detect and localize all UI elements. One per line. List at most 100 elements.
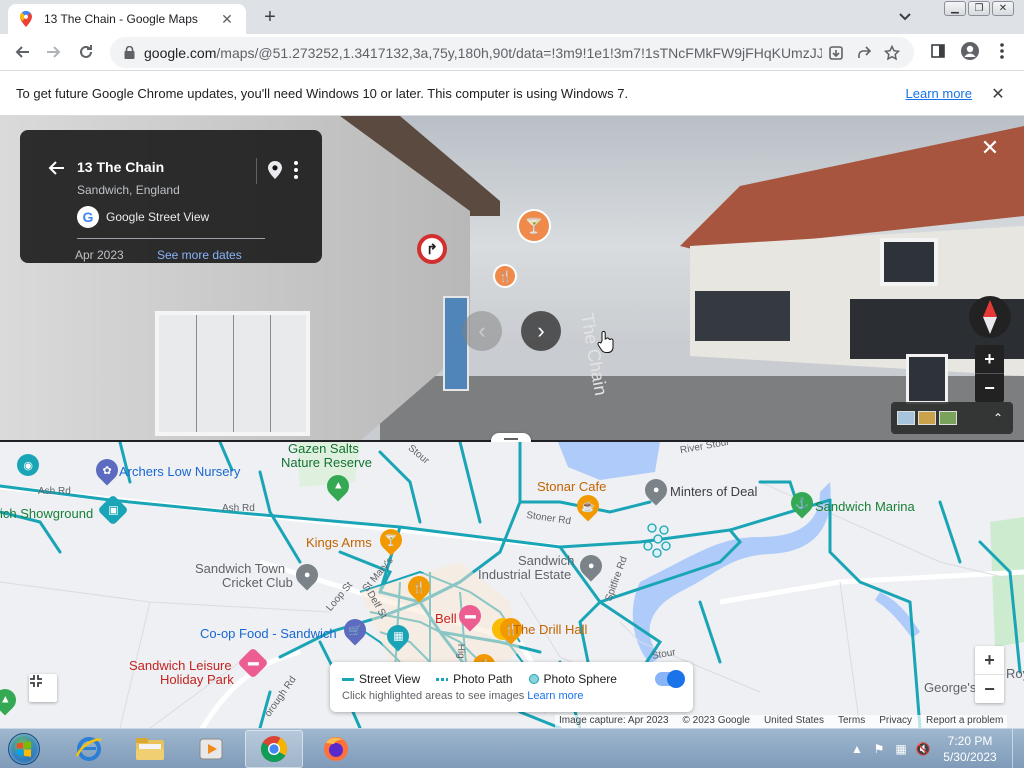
tab-google-maps[interactable]: 13 The Chain - Google Maps ✕ [8, 4, 246, 34]
see-more-dates-link[interactable]: See more dates [157, 248, 242, 262]
zoom-out-button[interactable]: − [975, 374, 1004, 402]
place-locality: Sandwich, England [77, 183, 180, 197]
street-view-panorama[interactable]: ↱ The Chain 🍸 🍴 13 The Chain Sandwich, E… [0, 116, 1024, 441]
region-link[interactable]: United States [764, 715, 824, 728]
firefox-icon [324, 737, 348, 761]
hand-cursor-icon [597, 330, 615, 354]
capture-date: Apr 2023 [75, 248, 124, 262]
compass-icon[interactable] [969, 296, 1011, 338]
map-label[interactable]: Gazen Salts [288, 442, 359, 456]
map-pin-icon[interactable] [268, 161, 284, 179]
legend-learn-more-link[interactable]: Learn more [527, 690, 583, 702]
thumbnail[interactable] [918, 411, 936, 425]
infobar-close-icon[interactable]: ✕ [988, 84, 1008, 104]
show-desktop-button[interactable] [1012, 729, 1024, 768]
map-label[interactable]: Industrial Estate [478, 568, 571, 582]
bar-place-marker-icon[interactable]: 🍸 [517, 209, 551, 243]
street-view-line-swatch [342, 677, 354, 681]
street-view-zoom-control: + − [975, 345, 1004, 402]
infobar-message: To get future Google Chrome updates, you… [16, 86, 629, 101]
action-center-flag-icon[interactable]: ⚑ [868, 739, 890, 759]
map-panel[interactable]: ▲ ◉ ✿ ▣ 🍸 ☕ ● ⚓ ● ● 🛒 🍴 ▦ ▬ ● 🍴 ▬ 🍴 ▲ Ga… [0, 442, 1024, 728]
map-label[interactable]: Bell [435, 612, 457, 626]
browser-toolbar: google.com/maps/@51.273252,1.3417132,3a,… [0, 34, 1024, 71]
place-name: 13 The Chain [77, 159, 165, 175]
chrome-menu-icon[interactable] [986, 37, 1018, 65]
copyright: © 2023 Google [682, 715, 750, 726]
upper-window [906, 354, 948, 404]
url-path: /maps/@51.273252,1.3417132,3a,75y,180h,9… [216, 44, 822, 61]
file-explorer-taskbar-button[interactable] [121, 730, 179, 768]
map-label[interactable]: Sandwich [518, 554, 574, 568]
map-label[interactable]: Sandwich Marina [815, 500, 915, 514]
new-tab-button[interactable]: + [258, 6, 282, 28]
map-label[interactable]: Kings Arms [306, 536, 372, 550]
navigate-left-arrow-icon[interactable]: ‹ [462, 311, 502, 351]
taskbar-clock[interactable]: 7:20 PM 5/30/2023 [934, 733, 1006, 765]
start-button[interactable] [4, 730, 44, 768]
map-label[interactable]: Nature Reserve [281, 456, 372, 470]
map-zoom-in-button[interactable]: + [975, 646, 1004, 674]
card-divider [77, 238, 265, 239]
internet-explorer-taskbar-button[interactable] [60, 730, 118, 768]
expand-chevron-icon[interactable]: ⌃ [989, 411, 1007, 425]
street-view-layer-toggle[interactable] [655, 670, 685, 688]
firefox-taskbar-button[interactable] [307, 730, 365, 768]
install-app-icon[interactable] [822, 39, 850, 67]
back-button[interactable] [6, 36, 38, 68]
map-label[interactable]: Sandwich Town [195, 562, 285, 576]
thumbnail[interactable] [897, 411, 915, 425]
back-arrow-icon[interactable] [46, 158, 66, 178]
minimize-button[interactable]: ▁ [944, 1, 966, 16]
infobar-learn-more-link[interactable]: Learn more [906, 86, 972, 101]
forward-button[interactable] [38, 36, 70, 68]
fullscreen-toggle-button[interactable] [29, 674, 57, 702]
forward-arrow-icon [47, 46, 61, 58]
no-right-turn-sign: ↱ [417, 234, 447, 264]
address-bar[interactable]: google.com/maps/@51.273252,1.3417132,3a,… [110, 37, 914, 68]
side-panel-icon[interactable] [922, 37, 954, 65]
network-icon[interactable]: ▦ [890, 739, 912, 759]
street-view-info-card: 13 The Chain Sandwich, England G Google … [20, 130, 322, 263]
chrome-icon [260, 736, 288, 763]
lock-icon[interactable] [122, 46, 136, 60]
map-label[interactable]: Archers Low Nursery [119, 465, 240, 479]
map-zoom-out-button[interactable]: − [975, 675, 1004, 703]
tab-strip: 13 The Chain - Google Maps ✕ + ▁ ❐ ✕ [0, 0, 1024, 34]
navigate-forward-arrow-icon[interactable]: › [521, 311, 561, 351]
reload-icon [80, 45, 92, 58]
terms-link[interactable]: Terms [838, 715, 865, 728]
tab-search-chevron-icon[interactable] [896, 8, 914, 26]
reload-button[interactable] [70, 36, 102, 68]
zoom-in-button[interactable]: + [975, 345, 1004, 373]
tab-close-icon[interactable]: ✕ [218, 10, 236, 28]
imagery-thumbnails[interactable]: ⌃ [891, 402, 1013, 434]
card-divider [256, 158, 257, 184]
volume-muted-icon[interactable]: 🔇 [912, 739, 934, 759]
chrome-taskbar-button[interactable] [245, 730, 303, 768]
report-problem-link[interactable]: Report a problem [926, 715, 1003, 728]
window-controls: ▁ ❐ ✕ [944, 1, 1014, 16]
show-hidden-icons-icon[interactable]: ▲ [846, 739, 868, 759]
map-label[interactable]: Sandwich Leisure [129, 659, 232, 673]
profile-avatar-icon[interactable] [954, 37, 986, 65]
more-options-icon[interactable] [290, 161, 302, 179]
map-label[interactable]: Co-op Food - Sandwich [200, 627, 337, 641]
map-zoom-control: + − [975, 646, 1004, 703]
map-label[interactable]: Minters of Deal [670, 485, 757, 499]
map-label[interactable]: Holiday Park [160, 673, 234, 687]
close-window-button[interactable]: ✕ [992, 1, 1014, 16]
bookmark-star-icon[interactable] [878, 39, 906, 67]
close-street-view-icon[interactable]: ✕ [978, 135, 1002, 160]
map-label[interactable]: The Drill Hall [513, 623, 587, 637]
map-label[interactable]: ich Showground [0, 507, 93, 521]
privacy-link[interactable]: Privacy [879, 715, 912, 728]
sash-window [155, 311, 310, 436]
restaurant-place-marker-icon[interactable]: 🍴 [493, 264, 517, 288]
map-label[interactable]: Cricket Club [222, 576, 293, 590]
share-icon[interactable] [850, 39, 878, 67]
restore-button[interactable]: ❐ [968, 1, 990, 16]
media-player-taskbar-button[interactable] [182, 730, 240, 768]
map-label[interactable]: Stonar Cafe [537, 480, 606, 494]
thumbnail[interactable] [939, 411, 957, 425]
